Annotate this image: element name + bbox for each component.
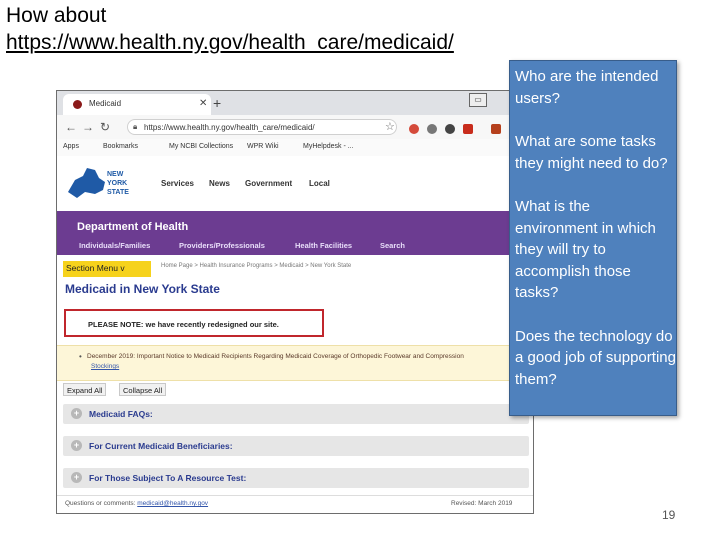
accordion-label: For Current Medicaid Beneficiaries: <box>89 441 233 451</box>
bookmark-star-icon[interactable]: ☆ <box>385 120 395 133</box>
extension-icon[interactable] <box>445 124 455 134</box>
nav-link-local[interactable]: Local <box>309 179 330 188</box>
questions-panel: Who are the intended users? What are som… <box>509 60 677 416</box>
close-tab-icon[interactable]: ✕ <box>199 98 207 109</box>
browser-tab-bar: Medicaid ✕ + ▭ <box>57 91 533 115</box>
alert-banner: • December 2019: Important Notice to Med… <box>57 345 533 381</box>
favicon-icon <box>73 100 82 109</box>
svg-text:YORK: YORK <box>107 180 127 187</box>
bookmark-item[interactable]: Apps <box>63 143 79 150</box>
accordion-item[interactable]: + For Current Medicaid Beneficiaries: <box>63 436 529 456</box>
expand-icon: + <box>71 440 82 451</box>
tab-title: Medicaid <box>89 99 122 108</box>
footer-revised: Revised: March 2019 <box>451 500 513 507</box>
question-technology: Does the technology do a good job of sup… <box>515 327 676 388</box>
ny-state-logo[interactable]: NEW YORK STATE <box>65 162 145 204</box>
website-screenshot: Medicaid ✕ + ▭ ← → ↻ 🔒︎ https://www.heal… <box>56 90 534 514</box>
svg-text:STATE: STATE <box>107 189 129 196</box>
question-tasks: What are some tasks they might need to d… <box>515 133 668 172</box>
extension-icon[interactable] <box>409 124 419 134</box>
accordion-item[interactable]: + For Those Subject To A Resource Test: <box>63 468 529 488</box>
department-title[interactable]: Department of Health <box>77 221 188 233</box>
nav-link-government[interactable]: Government <box>245 179 292 188</box>
page-footer: Questions or comments: medicaid@health.n… <box>57 495 533 513</box>
bookmarks-bar: Apps Bookmarks My NCBI Collections WPR W… <box>57 139 533 157</box>
bullet-icon: • <box>79 352 82 361</box>
accordion-item[interactable]: + Medicaid FAQs: <box>63 404 529 424</box>
audience-link-facilities[interactable]: Health Facilities <box>295 241 352 250</box>
audience-link-search[interactable]: Search <box>380 241 405 250</box>
pdf-icon[interactable] <box>463 124 473 134</box>
back-icon[interactable]: ← <box>65 120 77 134</box>
ny-state-header: NEW YORK STATE Services News Government … <box>57 156 533 211</box>
question-environment: What is the environment in which they wi… <box>515 198 656 301</box>
footer-questions: Questions or comments: medicaid@health.n… <box>65 500 208 507</box>
expand-icon: + <box>71 472 82 483</box>
accordion-label: For Those Subject To A Resource Test: <box>89 473 247 483</box>
svg-text:NEW: NEW <box>107 171 124 178</box>
breadcrumb[interactable]: Home Page > Health Insurance Programs > … <box>161 263 351 269</box>
doh-banner: Department of Health Individuals/Familie… <box>57 211 533 255</box>
forward-icon[interactable]: → <box>82 120 94 134</box>
nav-link-services[interactable]: Services <box>161 179 194 188</box>
footer-questions-label: Questions or comments: <box>65 500 136 507</box>
section-menu-label: Section Menu <box>66 263 118 273</box>
expand-all-button[interactable]: Expand All <box>63 383 107 396</box>
accordion-label: Medicaid FAQs: <box>89 409 153 419</box>
alert-link[interactable]: Stockings <box>91 363 119 370</box>
address-bar-row: ← → ↻ 🔒︎ https://www.health.ny.gov/healt… <box>57 115 533 140</box>
lock-icon: 🔒︎ <box>133 122 138 131</box>
bookmark-item[interactable]: WPR Wiki <box>247 143 279 150</box>
reload-icon[interactable]: ↻ <box>100 120 110 134</box>
extension-icon[interactable] <box>491 124 501 134</box>
question-users: Who are the intended users? <box>515 68 659 107</box>
bookmark-item[interactable]: My NCBI Collections <box>169 143 233 150</box>
footer-email-link[interactable]: medicaid@health.ny.gov <box>137 500 208 507</box>
browser-tab[interactable]: Medicaid ✕ <box>63 94 211 115</box>
audience-link-providers[interactable]: Providers/Professionals <box>179 241 265 250</box>
bookmark-item[interactable]: Bookmarks <box>103 143 138 150</box>
nav-link-news[interactable]: News <box>209 179 230 188</box>
url-text: https://www.health.ny.gov/health_care/me… <box>144 123 315 132</box>
alert-text[interactable]: December 2019: Important Notice to Medic… <box>87 353 464 360</box>
audience-link-individuals[interactable]: Individuals/Families <box>79 241 150 250</box>
collapse-all-button[interactable]: Collapse All <box>119 383 167 396</box>
section-menu-button[interactable]: Section Menu v <box>63 261 151 277</box>
extension-icon[interactable] <box>427 124 437 134</box>
new-tab-icon[interactable]: + <box>213 95 221 111</box>
slide-title-prefix: How about <box>6 4 107 27</box>
window-control-icon[interactable]: ▭ <box>469 93 487 107</box>
url-input[interactable]: 🔒︎ https://www.health.ny.gov/health_care… <box>127 119 397 135</box>
page-title: Medicaid in New York State <box>65 282 220 296</box>
slide-title: How about https://www.health.ny.gov/heal… <box>6 2 454 56</box>
expand-icon: + <box>71 408 82 419</box>
slide-title-link[interactable]: https://www.health.ny.gov/health_care/me… <box>6 31 454 54</box>
page-number: 19 <box>662 508 676 522</box>
chevron-down-icon: v <box>120 263 125 273</box>
bookmark-item[interactable]: MyHelpdesk - ... <box>303 143 354 150</box>
redesign-notice: PLEASE NOTE: we have recently redesigned… <box>64 309 324 337</box>
